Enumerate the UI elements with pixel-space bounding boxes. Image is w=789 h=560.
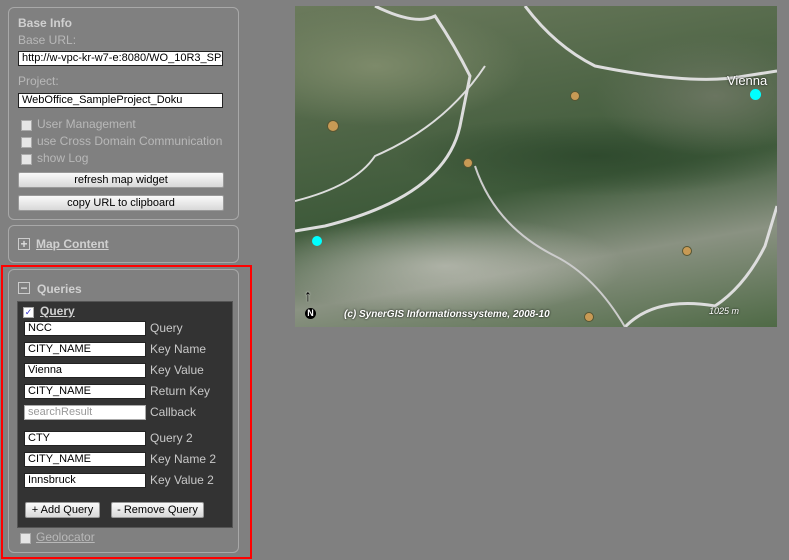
- geolocator-label[interactable]: Geolocator: [36, 530, 95, 544]
- query-field-label: Query: [150, 321, 183, 335]
- user-management-checkbox[interactable]: [21, 120, 32, 131]
- base-info-title: Base Info: [18, 16, 73, 30]
- show-log-label: show Log: [37, 151, 89, 165]
- cross-domain-label: use Cross Domain Communication: [37, 134, 223, 148]
- map-roads: [295, 6, 777, 327]
- scale-label: 1025 m: [709, 306, 740, 316]
- user-management-label: User Management: [37, 117, 136, 131]
- query-field-label: Return Key: [150, 384, 211, 398]
- city-marker[interactable]: [584, 312, 594, 322]
- cross-domain-checkbox[interactable]: [21, 137, 32, 148]
- city-marker[interactable]: [463, 158, 473, 168]
- geolocator-checkbox[interactable]: [20, 533, 31, 544]
- vienna-marker[interactable]: [750, 89, 761, 100]
- query-field-input[interactable]: CITY_NAME: [24, 342, 146, 357]
- query-field-input[interactable]: NCC: [24, 321, 146, 336]
- add-query-button[interactable]: + Add Query: [25, 502, 100, 518]
- query-field-label: Key Name: [150, 342, 207, 356]
- expand-icon[interactable]: +: [18, 238, 30, 250]
- project-label: Project:: [18, 74, 59, 88]
- query-field-input[interactable]: Vienna: [24, 363, 146, 378]
- query-checkbox-label: Query: [40, 304, 75, 318]
- query-field-label: Query 2: [150, 431, 193, 445]
- north-arrow-icon: ↑: [304, 288, 312, 305]
- map-content-panel[interactable]: + Map Content: [8, 225, 239, 263]
- vienna-label: Vienna: [727, 73, 768, 88]
- query-field-label: Callback: [150, 405, 197, 419]
- map-widget[interactable]: Vienna ↑ N (c) SynerGIS Informationssyst…: [295, 6, 777, 327]
- project-input[interactable]: WebOffice_SampleProject_Doku: [18, 93, 223, 108]
- city-marker[interactable]: [570, 91, 580, 101]
- copyright-text: (c) SynerGIS Informationssysteme, 2008-1…: [344, 309, 550, 320]
- north-label: N: [305, 308, 316, 319]
- query-field-input[interactable]: CTY: [24, 431, 146, 446]
- query-field-input[interactable]: searchResult: [24, 405, 146, 420]
- query-field-label: Key Value: [150, 363, 204, 377]
- base-url-input[interactable]: http://w-vpc-kr-w7-e:8080/WO_10R3_SP2: [18, 51, 223, 66]
- query-field-label: Key Value 2: [150, 473, 214, 487]
- show-log-checkbox[interactable]: [21, 154, 32, 165]
- city-marker[interactable]: [327, 120, 339, 132]
- collapse-icon[interactable]: −: [18, 282, 30, 294]
- base-info-panel: Base Info Base URL: http://w-vpc-kr-w7-e…: [8, 7, 239, 220]
- innsbruck-marker[interactable]: [312, 236, 322, 246]
- queries-title: Queries: [37, 282, 82, 296]
- query-field-input[interactable]: CITY_NAME: [24, 384, 146, 399]
- refresh-map-widget-button[interactable]: refresh map widget: [18, 172, 224, 188]
- query-field-input[interactable]: Innsbruck: [24, 473, 146, 488]
- city-marker[interactable]: [682, 246, 692, 256]
- query-field-input[interactable]: CITY_NAME: [24, 452, 146, 467]
- query-checkbox[interactable]: ✓: [23, 307, 34, 318]
- base-url-label: Base URL:: [18, 33, 77, 47]
- query-field-label: Key Name 2: [150, 452, 217, 466]
- map-content-title[interactable]: Map Content: [36, 237, 109, 251]
- remove-query-button[interactable]: - Remove Query: [111, 502, 204, 518]
- copy-url-button[interactable]: copy URL to clipboard: [18, 195, 224, 211]
